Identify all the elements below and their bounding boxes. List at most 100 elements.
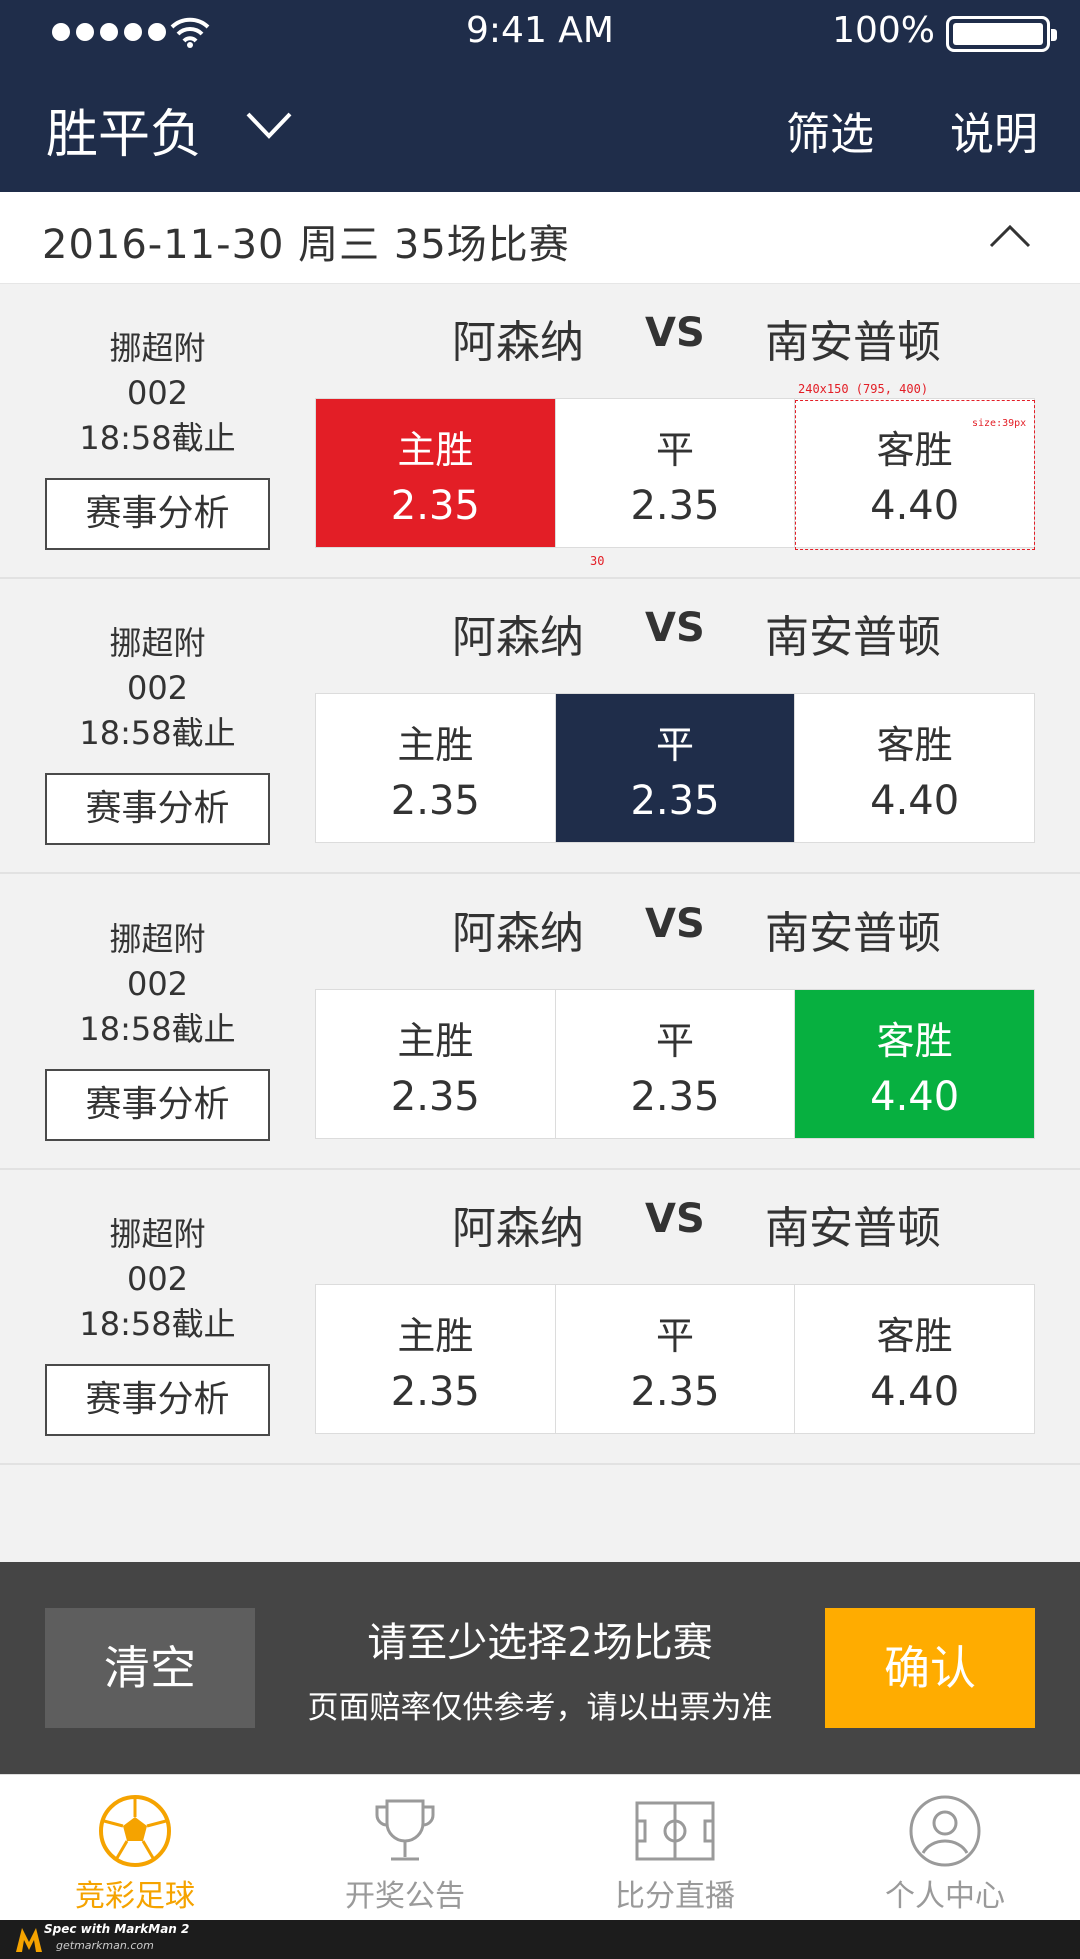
trophy-icon xyxy=(375,1799,435,1861)
top-bar: 9:41 AM 100% 胜平负 筛选 说明 xyxy=(0,0,1080,192)
tab-live-score[interactable]: 比分直播 xyxy=(540,1775,810,1921)
soccer-field-icon xyxy=(635,1801,715,1861)
odds-value: 4.40 xyxy=(870,1369,960,1415)
user-icon xyxy=(909,1795,981,1867)
vs-label: VS xyxy=(645,901,705,947)
match-row: 挪超附 002 18:58截止 赛事分析 阿森纳 VS 南安普顿 主胜 2.35 … xyxy=(0,284,1080,579)
away-team: 南安普顿 xyxy=(765,612,941,663)
odds-group: 主胜 2.35 平 2.35 客胜 4.40 xyxy=(315,693,1035,843)
match-row: 挪超附 002 18:58截止 赛事分析 阿森纳 VS 南安普顿 主胜 2.35 … xyxy=(0,1170,1080,1465)
vs-label: VS xyxy=(645,605,705,651)
tab-profile[interactable]: 个人中心 xyxy=(810,1775,1080,1921)
analysis-button[interactable]: 赛事分析 xyxy=(45,478,270,550)
odds-draw[interactable]: 平 2.35 xyxy=(554,694,795,842)
odds-label: 主胜 xyxy=(397,428,474,472)
odds-label: 平 xyxy=(656,1019,695,1063)
chevron-up-icon[interactable] xyxy=(988,222,1032,250)
home-team: 阿森纳 xyxy=(452,317,584,368)
match-row: 挪超附 002 18:58截止 赛事分析 阿森纳 VS 南安普顿 主胜 2.35 … xyxy=(0,579,1080,874)
match-deadline: 18:58截止 xyxy=(79,1305,236,1343)
odds-label: 客胜 xyxy=(876,1314,953,1358)
markman-url: getmarkman.com xyxy=(56,1939,154,1952)
home-team: 阿森纳 xyxy=(452,612,584,663)
spec-size-label: size:39px xyxy=(972,418,1027,429)
match-deadline: 18:58截止 xyxy=(79,714,236,752)
home-team: 阿森纳 xyxy=(452,908,584,959)
odds-group: 主胜 2.35 平 2.35 客胜 4.40 xyxy=(315,1284,1035,1434)
odds-group: 主胜 2.35 平 2.35 客胜 4.40 xyxy=(315,989,1035,1139)
odds-label: 主胜 xyxy=(397,1019,474,1063)
odds-label: 平 xyxy=(656,723,695,767)
analysis-button[interactable]: 赛事分析 xyxy=(45,773,270,845)
match-row: 挪超附 002 18:58截止 赛事分析 阿森纳 VS 南安普顿 主胜 2.35 … xyxy=(0,875,1080,1170)
markman-footer: Spec with MarkMan 2 getmarkman.com xyxy=(0,1920,1080,1959)
league-name: 挪超附 xyxy=(109,1215,206,1253)
odds-home-win[interactable]: 主胜 2.35 xyxy=(316,990,555,1138)
match-deadline: 18:58截止 xyxy=(79,1010,236,1048)
away-team: 南安普顿 xyxy=(765,908,941,959)
markman-logo-icon xyxy=(16,1928,42,1952)
date-header[interactable]: 2016-11-30 周三 35场比赛 xyxy=(0,192,1080,284)
explain-button[interactable]: 说明 xyxy=(950,98,1038,162)
filter-button[interactable]: 筛选 xyxy=(786,98,874,162)
tab-bar: 竞彩足球 开奖公告 比分直播 个人中心 xyxy=(0,1774,1080,1920)
odds-home-win[interactable]: 主胜 2.35 xyxy=(316,694,555,842)
tab-lottery-results[interactable]: 开奖公告 xyxy=(270,1775,540,1921)
match-deadline: 18:58截止 xyxy=(79,419,236,457)
odds-home-win[interactable]: 主胜 2.35 xyxy=(316,1285,555,1433)
odds-value: 2.35 xyxy=(630,778,720,824)
match-code: 002 xyxy=(126,374,189,412)
odds-value: 2.35 xyxy=(630,1074,720,1120)
date-summary: 2016-11-30 周三 35场比赛 xyxy=(42,222,570,268)
tab-label: 比分直播 xyxy=(615,1879,735,1914)
odds-group: 主胜 2.35 平 2.35 客胜 4.40 xyxy=(315,398,1035,548)
odds-value: 4.40 xyxy=(870,778,960,824)
odds-label: 主胜 xyxy=(397,1314,474,1358)
match-code: 002 xyxy=(126,669,189,707)
soccer-ball-icon xyxy=(99,1795,171,1867)
odds-label: 客胜 xyxy=(876,723,953,767)
battery-icon xyxy=(946,16,1057,52)
odds-value: 2.35 xyxy=(390,1074,480,1120)
odds-home-win[interactable]: 主胜 2.35 xyxy=(316,399,555,547)
league-name: 挪超附 xyxy=(109,920,206,958)
odds-label: 平 xyxy=(656,1314,695,1358)
home-team: 阿森纳 xyxy=(452,1203,584,1254)
match-info: 挪超附 002 18:58截止 xyxy=(45,326,270,461)
analysis-button[interactable]: 赛事分析 xyxy=(45,1069,270,1141)
match-code: 002 xyxy=(126,1260,189,1298)
status-bar: 9:41 AM 100% xyxy=(0,0,1080,66)
odds-value: 4.40 xyxy=(870,1074,960,1120)
away-team: 南安普顿 xyxy=(765,1203,941,1254)
odds-draw[interactable]: 平 2.35 xyxy=(554,1285,795,1433)
confirm-button[interactable]: 确认 xyxy=(825,1608,1035,1728)
odds-disclaimer: 页面赔率仅供参考，请以出票为准 xyxy=(307,1690,773,1726)
page-title[interactable]: 胜平负 xyxy=(46,92,202,167)
odds-value: 2.35 xyxy=(390,1369,480,1415)
chevron-down-icon[interactable] xyxy=(245,108,293,142)
odds-value: 2.35 xyxy=(630,1369,720,1415)
vs-label: VS xyxy=(645,1196,705,1242)
odds-away-win[interactable]: 客胜 4.40 xyxy=(794,1285,1034,1433)
odds-away-win[interactable]: 客胜 4.40 xyxy=(794,990,1035,1138)
spec-gap-label: 30 xyxy=(590,554,605,568)
tab-label: 竞彩足球 xyxy=(75,1879,195,1914)
clear-button[interactable]: 清空 xyxy=(45,1608,255,1728)
odds-value: 2.35 xyxy=(390,778,480,824)
tab-label: 个人中心 xyxy=(885,1879,1005,1914)
odds-away-win[interactable]: 客胜 4.40 xyxy=(794,694,1034,842)
match-info: 挪超附 002 18:58截止 xyxy=(45,1212,270,1347)
match-info: 挪超附 002 18:58截止 xyxy=(45,621,270,756)
odds-draw[interactable]: 平 2.35 xyxy=(554,990,795,1138)
odds-draw[interactable]: 平 2.35 xyxy=(554,399,795,547)
battery-percent: 100% xyxy=(832,10,935,51)
odds-label: 主胜 xyxy=(397,723,474,767)
analysis-button[interactable]: 赛事分析 xyxy=(45,1364,270,1436)
selection-hint: 请至少选择2场比赛 xyxy=(367,1620,713,1666)
odds-value: 4.40 xyxy=(870,483,960,529)
odds-value: 2.35 xyxy=(630,483,720,529)
vs-label: VS xyxy=(645,310,705,356)
tab-soccer[interactable]: 竞彩足球 xyxy=(0,1775,270,1921)
odds-label: 平 xyxy=(656,428,695,472)
odds-value: 2.35 xyxy=(390,483,480,529)
